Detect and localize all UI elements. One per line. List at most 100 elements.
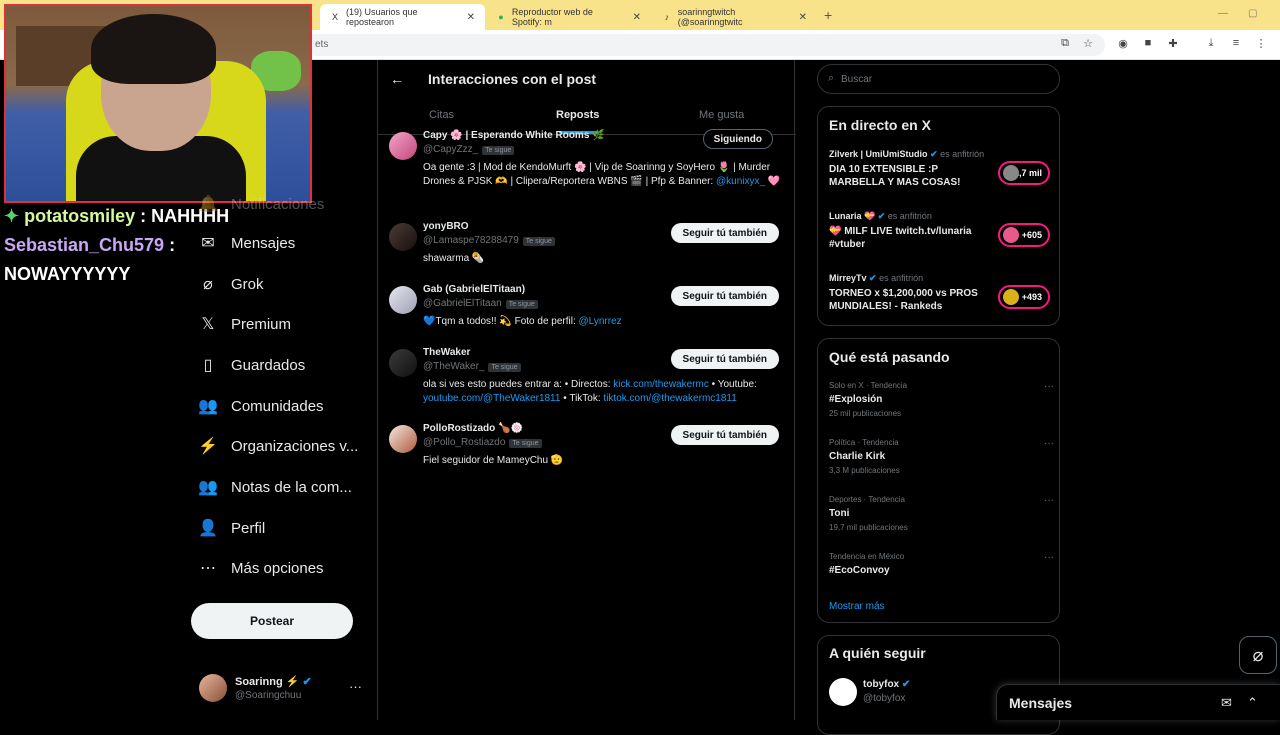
follows-you-badge: Te sigue: [509, 439, 542, 448]
search-input[interactable]: ⌕ Buscar: [817, 64, 1060, 94]
more-icon[interactable]: ···: [1044, 552, 1054, 563]
close-tab-icon[interactable]: ✕: [799, 12, 807, 23]
avatar: [389, 132, 417, 160]
tab-me-gusta[interactable]: Me gusta: [699, 109, 744, 121]
bio-link[interactable]: youtube.com/@TheWaker1811: [423, 393, 560, 404]
bookmark-star-icon[interactable]: ☆: [1080, 37, 1096, 50]
more-icon[interactable]: ···: [1044, 438, 1054, 449]
main-column: ← Interacciones con el post Citas Repost…: [377, 60, 796, 720]
user-bio: ola si ves esto puedes entrar a: • Direc…: [423, 379, 757, 404]
nav-item-grok[interactable]: ⌀ Grok: [195, 268, 263, 300]
trend-item[interactable]: Política · Tendencia Charlie Kirk 3,3 M …: [829, 438, 1054, 475]
maximize-icon[interactable]: ▢: [1248, 8, 1257, 19]
nav-item-mas-opciones[interactable]: ⋯ Más opciones: [195, 552, 324, 584]
puzzle-icon[interactable]: ✚: [1165, 37, 1181, 50]
messages-drawer[interactable]: Mensajes ✉ ⌃: [996, 684, 1280, 720]
expand-icon[interactable]: ⌃: [1247, 695, 1258, 711]
messages-drawer-title: Mensajes: [1009, 695, 1073, 711]
nav-item-comunidades[interactable]: 👥 Comunidades: [195, 390, 324, 422]
minimize-icon[interactable]: —: [1218, 8, 1228, 19]
follows-you-badge: Te sigue: [488, 363, 521, 372]
back-arrow-icon[interactable]: ←: [390, 71, 404, 87]
avatar: [389, 349, 417, 377]
card-title: En directo en X: [829, 117, 931, 133]
extension-icon[interactable]: ◉: [1115, 37, 1131, 50]
close-tab-icon[interactable]: ✕: [633, 12, 641, 23]
trend-name: Charlie Kirk: [829, 451, 886, 462]
browser-tab-x[interactable]: X (19) Usuarios que repostearon ✕: [320, 4, 485, 30]
people-icon: 👥: [198, 398, 218, 415]
grok-floating-button[interactable]: ⌀: [1239, 636, 1277, 674]
chat-user: Sebastian_Chu579: [4, 235, 165, 255]
trend-category: Tendencia en México: [829, 552, 905, 561]
trend-count: 3,3 M publicaciones: [829, 466, 900, 475]
user-handle: @Pollo_Rostiazdo Te sigue: [423, 437, 542, 448]
nav-item-notas[interactable]: 👥 Notas de la com...: [195, 471, 352, 503]
follows-you-badge: Te sigue: [505, 300, 538, 309]
nav-item-premium[interactable]: 𝕏 Premium: [195, 308, 291, 340]
browser-tab-tiktok[interactable]: ♪ soarinngtwitch (@soarinngtwitc ✕: [652, 4, 817, 30]
live-title: 💝 MILF LIVE twitch.tv/lunaria #vtuber: [829, 226, 972, 250]
download-icon[interactable]: ⤓: [1203, 37, 1219, 50]
live-listeners-pill[interactable]: +605: [998, 223, 1050, 247]
live-title: TORNEO x $1,200,000 vs PROS MUNDIALES! -…: [829, 288, 978, 312]
live-listeners-pill[interactable]: +1,7 mil: [998, 161, 1050, 185]
nav-item-organizaciones[interactable]: ⚡ Organizaciones v...: [195, 430, 358, 462]
bell-icon: 🔔: [198, 196, 218, 213]
follow-back-button[interactable]: Seguir tú también: [670, 286, 779, 306]
live-item[interactable]: MirreyTv ✔ es anfitrión TORNEO x $1,200,…: [829, 273, 1054, 312]
show-more-link[interactable]: Mostrar más: [829, 601, 885, 612]
live-title: DIA 10 EXTENSIBLE :P MARBELLA Y MAS COSA…: [829, 164, 961, 188]
cast-icon[interactable]: ⧉: [1057, 37, 1073, 50]
account-handle: @Soaringchuu: [235, 690, 302, 701]
nav-item-notificaciones[interactable]: 🔔 Notificaciones: [195, 188, 324, 220]
url-input[interactable]: ets: [305, 34, 1105, 56]
user-handle: @tobyfox: [863, 693, 906, 704]
menu-icon[interactable]: ⋮: [1253, 37, 1269, 50]
user-name: Capy 🌸 | Esperando White Rooms 🌿: [423, 130, 605, 141]
nav-item-mensajes[interactable]: ✉ Mensajes: [195, 227, 295, 259]
more-circle-icon: ⋯: [200, 560, 216, 577]
trend-item[interactable]: Solo en X · Tendencia #Explosión 25 mil …: [829, 381, 1054, 418]
avatar: [199, 674, 227, 702]
nav-item-perfil[interactable]: 👤 Perfil: [195, 512, 265, 544]
trend-name: #Explosión: [829, 394, 883, 405]
bio-link[interactable]: @kunixyx_: [716, 176, 765, 187]
tab-reposts[interactable]: Reposts: [556, 109, 599, 121]
more-icon[interactable]: ···: [1044, 381, 1054, 392]
close-tab-icon[interactable]: ✕: [467, 12, 475, 23]
search-icon: ⌕: [828, 72, 835, 84]
envelope-icon: ✉: [201, 235, 215, 252]
chat-sep: :: [135, 206, 152, 226]
bio-link[interactable]: tiktok.com/@thewakermc1811: [603, 393, 736, 404]
trend-category: Política · Tendencia: [829, 438, 899, 447]
x-logo-icon: X: [331, 12, 338, 22]
tab-citas[interactable]: Citas: [429, 109, 454, 121]
bio-link[interactable]: kick.com/thewakermc: [613, 379, 709, 390]
follow-back-button[interactable]: Seguir tú también: [670, 425, 779, 445]
live-item[interactable]: Lunaria 💝 ✔ es anfitrión 💝 MILF LIVE twi…: [829, 211, 1054, 250]
account-switcher[interactable]: Soarinng ⚡ ✔ @Soaringchuu ···: [199, 673, 364, 705]
avatar: [389, 223, 417, 251]
media-icon[interactable]: ≡: [1228, 37, 1244, 49]
new-tab-button[interactable]: +: [824, 7, 832, 23]
following-button[interactable]: Siguiendo: [702, 129, 773, 149]
bio-link[interactable]: @Lynrrez: [579, 316, 622, 327]
more-icon[interactable]: ···: [349, 679, 362, 694]
more-icon[interactable]: ···: [1044, 495, 1054, 506]
trend-item[interactable]: Tendencia en México #EcoConvoy ···: [829, 552, 1054, 576]
live-item[interactable]: Zilverk | UmiUmiStudio ✔ es anfitrión DI…: [829, 149, 1054, 188]
trend-item[interactable]: Deportes · Tendencia Toni 19,7 mil publi…: [829, 495, 1054, 532]
extension-icon[interactable]: ■: [1140, 37, 1156, 49]
browser-tab-spotify[interactable]: ● Reproductor web de Spotify: m ✕: [486, 4, 651, 30]
host-avatar: [1003, 227, 1019, 243]
live-listeners-pill[interactable]: +493: [998, 285, 1050, 309]
verified-icon: ✔: [302, 676, 312, 688]
live-host: MirreyTv ✔ es anfitrión: [829, 273, 924, 283]
chat-sep: :: [164, 235, 176, 255]
new-message-icon[interactable]: ✉: [1221, 695, 1232, 711]
follow-back-button[interactable]: Seguir tú también: [670, 349, 779, 369]
follow-back-button[interactable]: Seguir tú también: [670, 223, 779, 243]
post-button[interactable]: Postear: [191, 603, 353, 639]
nav-item-guardados[interactable]: ▯ Guardados: [195, 349, 306, 381]
